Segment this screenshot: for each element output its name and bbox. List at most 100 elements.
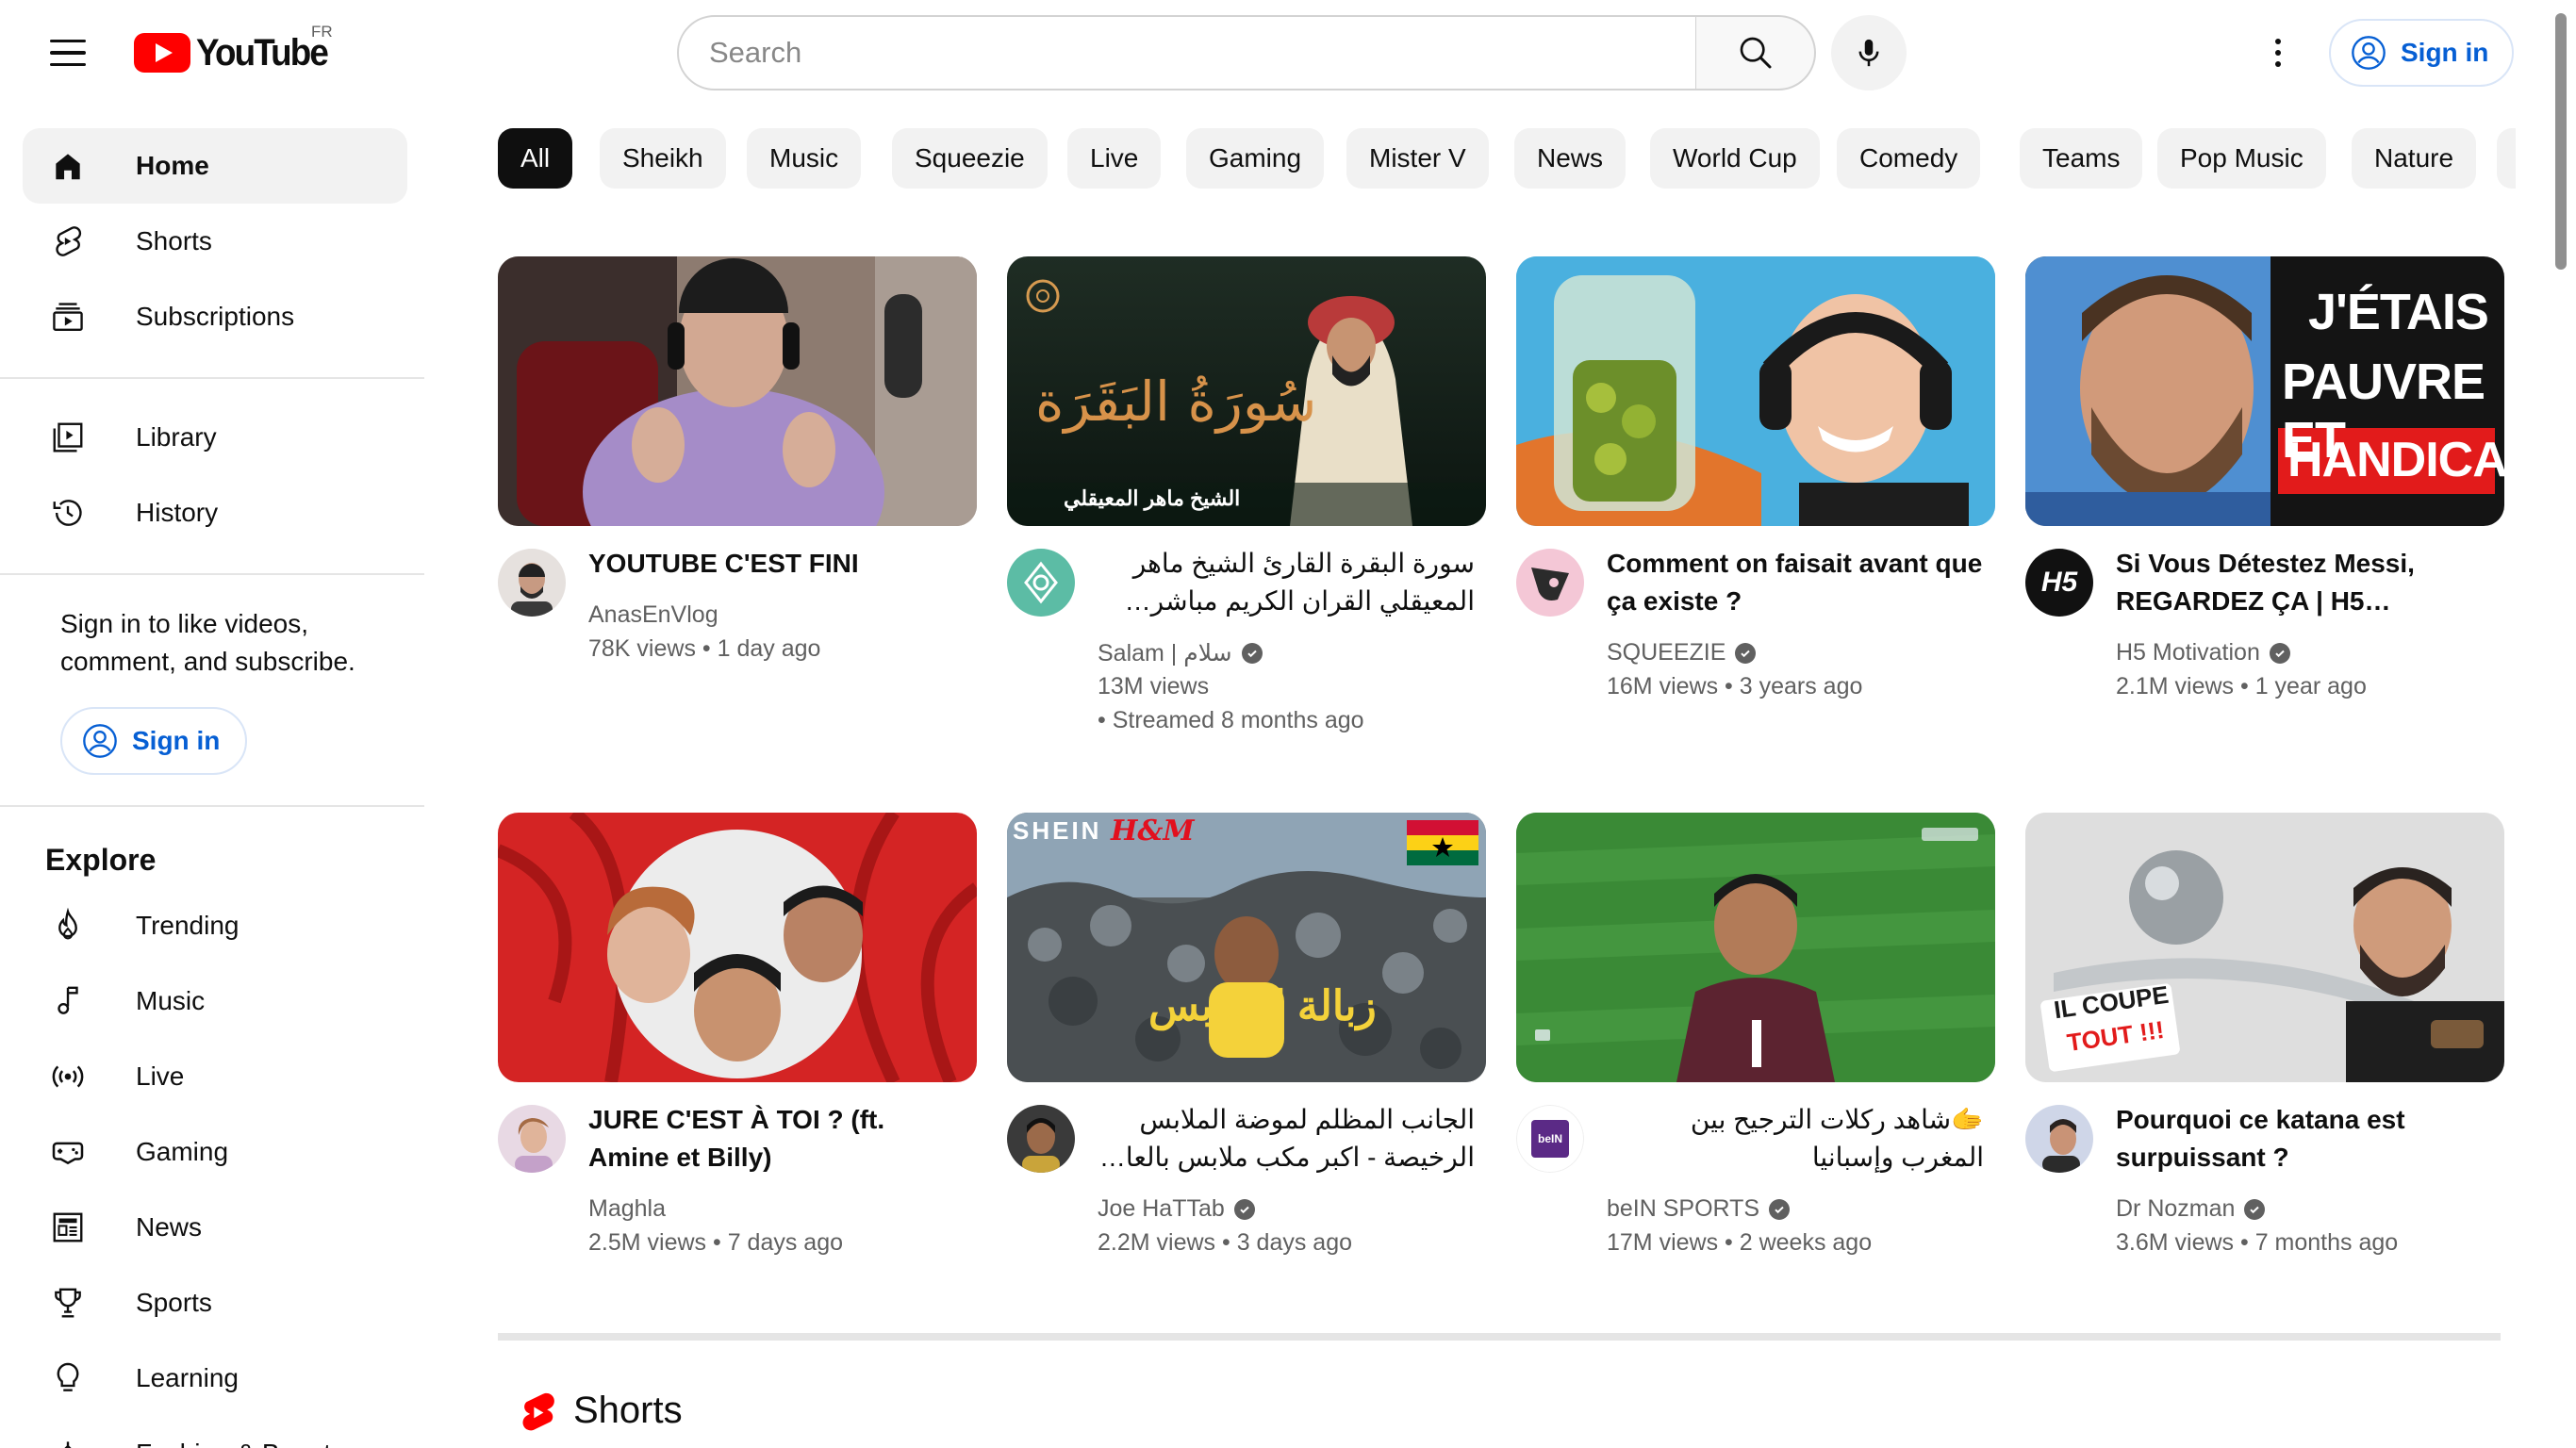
channel-avatar[interactable]: beIN	[1516, 1105, 1584, 1173]
sign-in-button[interactable]: Sign in	[2329, 19, 2514, 87]
upload-age: 7 days ago	[727, 1229, 844, 1256]
sidebar-item-library[interactable]: Library	[23, 400, 407, 475]
sidebar-item-gaming[interactable]: Gaming	[23, 1114, 407, 1190]
channel-avatar[interactable]	[1007, 1105, 1075, 1173]
channel-name-text: SQUEEZIE	[1607, 639, 1726, 666]
sidebar-item-home[interactable]: Home	[23, 128, 407, 204]
verified-badge-icon	[2269, 642, 2290, 664]
sidebar-item-label: Shorts	[136, 226, 212, 255]
video-metadata: 16M views • 3 years ago	[1607, 673, 1863, 699]
page-scrollbar[interactable]	[2546, 0, 2576, 1448]
channel-avatar[interactable]	[2025, 1105, 2093, 1173]
scrollbar-thumb[interactable]	[2555, 13, 2567, 270]
chip[interactable]: Comedy	[1837, 128, 1981, 189]
sidebar-item-trending[interactable]: Trending	[23, 888, 407, 963]
sidebar-item-music[interactable]: Music	[23, 963, 407, 1039]
verified-badge-icon	[2244, 1198, 2266, 1220]
chip[interactable]: Live	[1067, 128, 1162, 189]
sidebar-item-fashion[interactable]: Fashion & Beauty	[23, 1416, 407, 1448]
upload-age: 1 year ago	[2254, 673, 2367, 699]
chip[interactable]: World Cup	[1650, 128, 1820, 189]
channel-name[interactable]: Maghla	[588, 1195, 666, 1223]
video-title[interactable]: JURE C'EST À TOI ? (ft. Amine et Billy)	[588, 1101, 966, 1176]
chip-all[interactable]: All	[498, 128, 573, 189]
channel-avatar[interactable]	[498, 1105, 566, 1173]
sidebar-divider	[0, 805, 424, 807]
channel-name[interactable]: Dr Nozman	[2116, 1195, 2266, 1223]
chip[interactable]: Nature	[2352, 128, 2477, 189]
channel-name[interactable]: Salam | سلام	[1098, 639, 1263, 667]
more-vert-icon[interactable]	[2248, 23, 2308, 83]
video-title[interactable]: الجانب المظلم لموضة الملابس الرخيصة - اك…	[1098, 1101, 1475, 1176]
thumbnail-brand-shein: SHEIN	[1013, 816, 1102, 845]
sidebar-divider	[0, 377, 424, 379]
sidebar-item-live[interactable]: Live	[23, 1039, 407, 1114]
thumbnail-brand-hm: H&M	[1111, 814, 1195, 847]
channel-avatar[interactable]	[498, 549, 566, 617]
channel-avatar[interactable]: H5	[2025, 549, 2093, 617]
verified-badge-icon	[1233, 1198, 1255, 1220]
channel-name[interactable]: H5 Motivation	[2116, 639, 2290, 666]
video-title[interactable]: YOUTUBE C'EST FINI	[588, 545, 966, 583]
sidebar-item-label: Learning	[136, 1363, 239, 1392]
chip[interactable]: Teams	[2020, 128, 2143, 189]
channel-avatar-text: H5	[2025, 549, 2093, 617]
video-title[interactable]: 🫱شاهد ركلات الترجيح بين المغرب وإسبانيا	[1607, 1101, 1984, 1176]
video-thumbnail[interactable]: IL COUPE TOUT !!!	[2025, 813, 2504, 1082]
chip[interactable]: Music	[747, 128, 862, 189]
sidebar-item-shorts[interactable]: Shorts	[23, 204, 407, 279]
video-thumbnail[interactable]	[1516, 256, 1995, 526]
video-thumbnail[interactable]: SHEIN H&M زبالة الملابس	[1007, 813, 1486, 1082]
sidebar-item-sports[interactable]: Sports	[23, 1265, 407, 1341]
sidebar-item-subscriptions[interactable]: Subscriptions	[23, 279, 407, 354]
chip[interactable]: Sheikh	[600, 128, 726, 189]
verified-badge-icon	[1241, 643, 1263, 664]
chip[interactable]: Co	[2497, 128, 2516, 189]
upload-age: 3 days ago	[1236, 1229, 1353, 1256]
search-input[interactable]	[709, 36, 1703, 70]
chip[interactable]: Mister V	[1346, 128, 1489, 189]
menu-icon[interactable]	[36, 26, 100, 79]
search-box[interactable]	[677, 15, 1705, 90]
youtube-logo[interactable]: YouTube	[134, 28, 339, 77]
channel-name[interactable]: AnasEnVlog	[588, 601, 718, 629]
music-icon	[49, 982, 87, 1020]
lightbulb-icon	[49, 1359, 87, 1397]
channel-name[interactable]: Joe HaTTab	[1098, 1195, 1255, 1223]
channel-avatar[interactable]	[1516, 549, 1584, 617]
video-thumbnail[interactable]: J'ÉTAIS PAUVRE ET HANDICAPÉ	[2025, 256, 2504, 526]
video-title[interactable]: Si Vous Détestez Messi, REGARDEZ ÇA | H5…	[2116, 545, 2493, 620]
chip[interactable]: Pop Music	[2157, 128, 2326, 189]
video-thumbnail[interactable]	[498, 256, 977, 526]
sidebar-sign-in-button[interactable]: Sign in	[60, 707, 247, 775]
filter-chips-bar: All Sheikh Music Squeezie Live Gaming Mi…	[498, 128, 2516, 190]
chip[interactable]: Gaming	[1186, 128, 1325, 189]
chip[interactable]: News	[1514, 128, 1627, 189]
view-count: 2.1M views	[2116, 673, 2235, 699]
trending-icon	[49, 907, 87, 945]
video-thumbnail[interactable]	[498, 813, 977, 1082]
channel-name-text: AnasEnVlog	[588, 601, 718, 628]
account-icon	[2352, 36, 2386, 70]
channel-name-text: Maghla	[588, 1195, 666, 1222]
channel-name-text: beIN SPORTS	[1607, 1195, 1760, 1222]
channel-avatar[interactable]	[1007, 549, 1075, 617]
channel-name[interactable]: beIN SPORTS	[1607, 1195, 1791, 1223]
video-thumbnail[interactable]	[1516, 813, 1995, 1082]
sidebar-item-history[interactable]: History	[23, 475, 407, 551]
upload-age: 3 years ago	[1739, 673, 1863, 699]
voice-search-button[interactable]	[1831, 15, 1907, 90]
video-title[interactable]: سورة البقرة القارئ الشيخ ماهر المعيقلي ا…	[1098, 545, 1475, 620]
chip[interactable]: Squeezie	[892, 128, 1048, 189]
video-title[interactable]: Pourquoi ce katana est surpuissant ?	[2116, 1101, 2493, 1176]
upload-age: 7 months ago	[2254, 1229, 2399, 1256]
video-metadata: 78K views • 1 day ago	[588, 635, 821, 662]
video-thumbnail[interactable]: سُورَةُ البَقَرَة الشيخ ماهر المعيقلي	[1007, 256, 1486, 526]
sidebar-item-learning[interactable]: Learning	[23, 1341, 407, 1416]
channel-name[interactable]: SQUEEZIE	[1607, 639, 1757, 666]
search-button[interactable]	[1695, 15, 1816, 90]
sidebar-item-label: Subscriptions	[136, 302, 295, 331]
sign-in-prompt: Sign in to like videos, comment, and sub…	[60, 609, 355, 676]
video-title[interactable]: Comment on faisait avant que ça existe ?	[1607, 545, 1984, 620]
sidebar-item-news[interactable]: News	[23, 1190, 407, 1265]
